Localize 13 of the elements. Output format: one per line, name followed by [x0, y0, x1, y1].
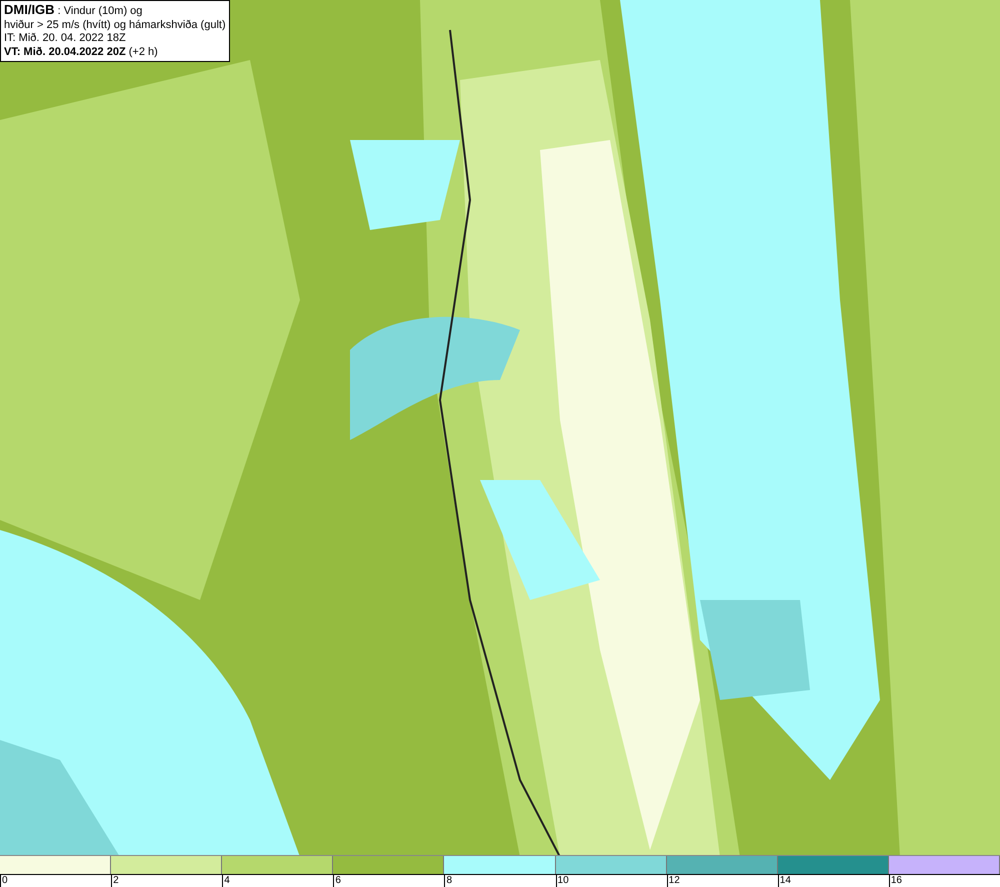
legend-tick-label: 12 [666, 875, 680, 887]
legend-tick-label: 14 [778, 875, 791, 887]
legend-tick-label: 2 [111, 875, 119, 887]
info-line: hviður > 25 m/s (hvítt) og hámarkshviða (gult) [4, 18, 226, 32]
legend-tick-label: 8 [444, 875, 452, 887]
legend-tick-label: 4 [222, 875, 230, 887]
legend-tick-label: 10 [556, 875, 569, 887]
info-line: IT: Mið. 20. 04. 2022 18Z [4, 32, 127, 46]
legend-tick-label: 6 [333, 875, 341, 887]
legend-tick-label: 0 [0, 875, 8, 887]
info-line: DMI/IGB : Vindur (10m) og [4, 3, 144, 18]
legend-tick-label: 16 [888, 875, 902, 887]
info-line: VT: Mið. 20.04.2022 20Z (+2 h) [4, 46, 159, 59]
